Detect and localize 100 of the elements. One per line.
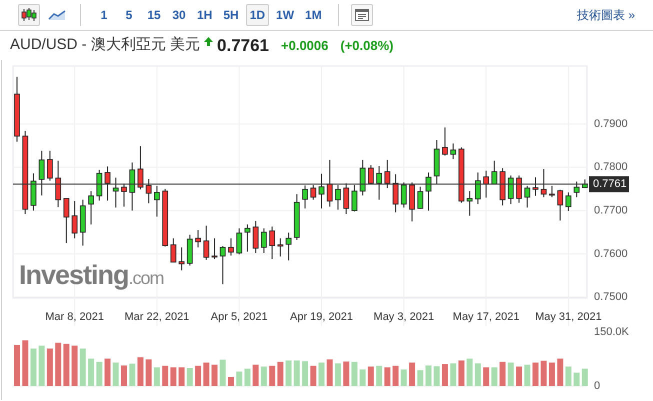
price-axis-label: 0.7500 (594, 291, 628, 304)
candlestick (302, 184, 308, 209)
candlestick-icon (21, 8, 37, 22)
volume-bar (252, 364, 259, 386)
volume-bar (326, 359, 333, 386)
candlestick (47, 150, 53, 182)
volume-bar (434, 366, 440, 386)
candlestick (203, 225, 210, 260)
volume-bar (96, 362, 102, 386)
volume-bar (450, 363, 456, 386)
volume-bar (302, 361, 308, 386)
candlestick (129, 162, 136, 212)
date-axis-label: Apr 5, 2021 (210, 311, 268, 323)
candlestick (426, 172, 432, 212)
volume-bar (146, 359, 152, 386)
volume-bar (80, 348, 86, 386)
volume-bar (137, 357, 144, 386)
interval-tab[interactable]: 1W (272, 4, 298, 26)
volume-bar (516, 366, 522, 386)
volume-bar (384, 367, 390, 386)
volume-bar (30, 348, 36, 386)
candlestick (442, 126, 448, 156)
price-change: +0.0006 (281, 36, 328, 55)
volume-bar (368, 366, 374, 386)
volume-bar (154, 367, 160, 386)
volume-bar (474, 363, 481, 386)
candlestick (368, 164, 374, 185)
volume-bar (104, 358, 111, 386)
volume-bar (548, 362, 555, 386)
candlestick (450, 142, 456, 160)
interval-tab[interactable]: 1D (246, 4, 270, 26)
volume-bar (508, 362, 514, 386)
date-axis-label: May 3, 2021 (374, 311, 434, 323)
investing-logo: Investing.com (19, 260, 164, 290)
volume-bar (491, 367, 498, 386)
candlestick (96, 169, 102, 202)
volume-bar (129, 364, 136, 386)
candlestick (500, 168, 506, 206)
candlestick (557, 189, 564, 222)
panel-icon (354, 9, 369, 21)
candlestick (277, 238, 284, 257)
interval-tab[interactable]: 5H (219, 4, 243, 26)
candlestick (574, 181, 580, 198)
interval-tab[interactable]: 5 (118, 4, 140, 26)
volume-bar (55, 342, 62, 386)
candlestick (121, 183, 127, 208)
candlestick (409, 182, 415, 222)
volume-axis-label: 150.0K (594, 326, 629, 338)
volume-bar (557, 358, 564, 386)
candlestick (384, 159, 390, 189)
candlestick (318, 173, 324, 209)
candlestick (294, 194, 300, 240)
volume-bar (400, 369, 407, 386)
chart-type-button[interactable] (18, 4, 40, 26)
volume-bar (442, 364, 448, 386)
volume-bar (260, 366, 267, 386)
volume-bar (500, 362, 506, 386)
volume-bar (565, 366, 572, 386)
candlestick (417, 186, 424, 210)
layout-button[interactable] (350, 4, 373, 26)
interval-tab[interactable]: 1H (193, 4, 216, 26)
price-axis-label: 0.7700 (594, 204, 628, 216)
volume-bar (212, 364, 218, 386)
volume-bar (334, 363, 341, 386)
volume-bar (426, 365, 432, 386)
candlestick (491, 160, 498, 185)
percent-change: (+0.08%) (340, 36, 394, 55)
candlestick (269, 226, 276, 260)
volume-axis-label: 0 (594, 380, 600, 392)
candlestick (392, 174, 398, 213)
date-axis-label: May 17, 2021 (452, 311, 520, 323)
interval-tab[interactable]: 1 (93, 4, 115, 26)
interval-tab[interactable]: 30 (168, 4, 190, 26)
candlestick (63, 198, 70, 244)
candlestick (30, 172, 36, 212)
candlestick (343, 182, 350, 215)
volume-bar (63, 344, 70, 386)
volume-bar (294, 360, 300, 386)
interval-tab[interactable]: 1M (301, 4, 326, 26)
candlestick (244, 224, 250, 252)
candlestick (261, 228, 267, 254)
candlestick (138, 146, 144, 190)
candlestick (195, 230, 201, 248)
volume-bar (483, 367, 490, 386)
volume-bar (376, 366, 382, 386)
interval-tab[interactable]: 15 (143, 4, 165, 26)
candlestick (516, 175, 522, 204)
volume-bar (112, 362, 119, 386)
volume-bar (220, 360, 226, 386)
volume-bar (38, 346, 45, 386)
candlestick (55, 160, 62, 208)
candlestick (466, 190, 473, 216)
candlestick (310, 184, 316, 200)
technical-chart-link[interactable]: 技術圖表 » (576, 6, 635, 24)
volume-bar (343, 362, 350, 386)
candlestick (352, 184, 358, 212)
candlestick (458, 146, 464, 204)
volume-bar (524, 364, 530, 386)
volume-bar (228, 377, 234, 386)
area-chart-icon (48, 9, 66, 21)
